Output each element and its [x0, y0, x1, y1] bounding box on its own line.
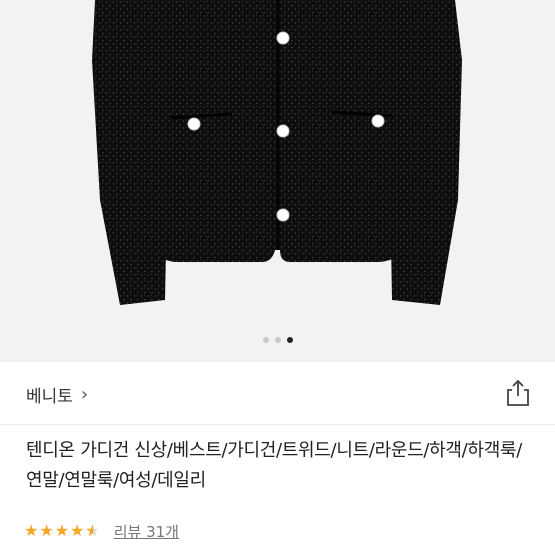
rating-stars: ★ ★ ★ ★ ★ ★	[24, 519, 100, 543]
star-icon: ★	[70, 521, 85, 540]
share-icon[interactable]	[505, 379, 531, 407]
star-icon: ★	[39, 521, 54, 540]
page-dot-active[interactable]	[286, 337, 293, 343]
rating-row: ★ ★ ★ ★ ★ ★ 리뷰 31개	[24, 519, 179, 543]
star-icon: ★	[54, 521, 70, 540]
chevron-right-icon: ›	[80, 384, 89, 405]
page-indicator[interactable]	[0, 337, 555, 347]
star-icon: ★	[24, 521, 39, 540]
review-count-link[interactable]: 리뷰 31개	[114, 521, 179, 542]
half-star-icon: ★ ★	[85, 521, 100, 540]
brand-row: 베니토 ›	[0, 362, 555, 425]
brand-name: 베니토	[26, 387, 73, 407]
page-dot[interactable]	[262, 337, 269, 343]
page-dot[interactable]	[274, 337, 281, 343]
product-image-carousel[interactable]	[0, 0, 555, 362]
brand-link[interactable]: 베니토 ›	[26, 382, 88, 407]
product-title: 텐디온 가디건 신상/베스트/가디건/트위드/니트/라운드/하객/하객룩/연말/…	[26, 440, 522, 491]
product-image	[92, 0, 462, 305]
